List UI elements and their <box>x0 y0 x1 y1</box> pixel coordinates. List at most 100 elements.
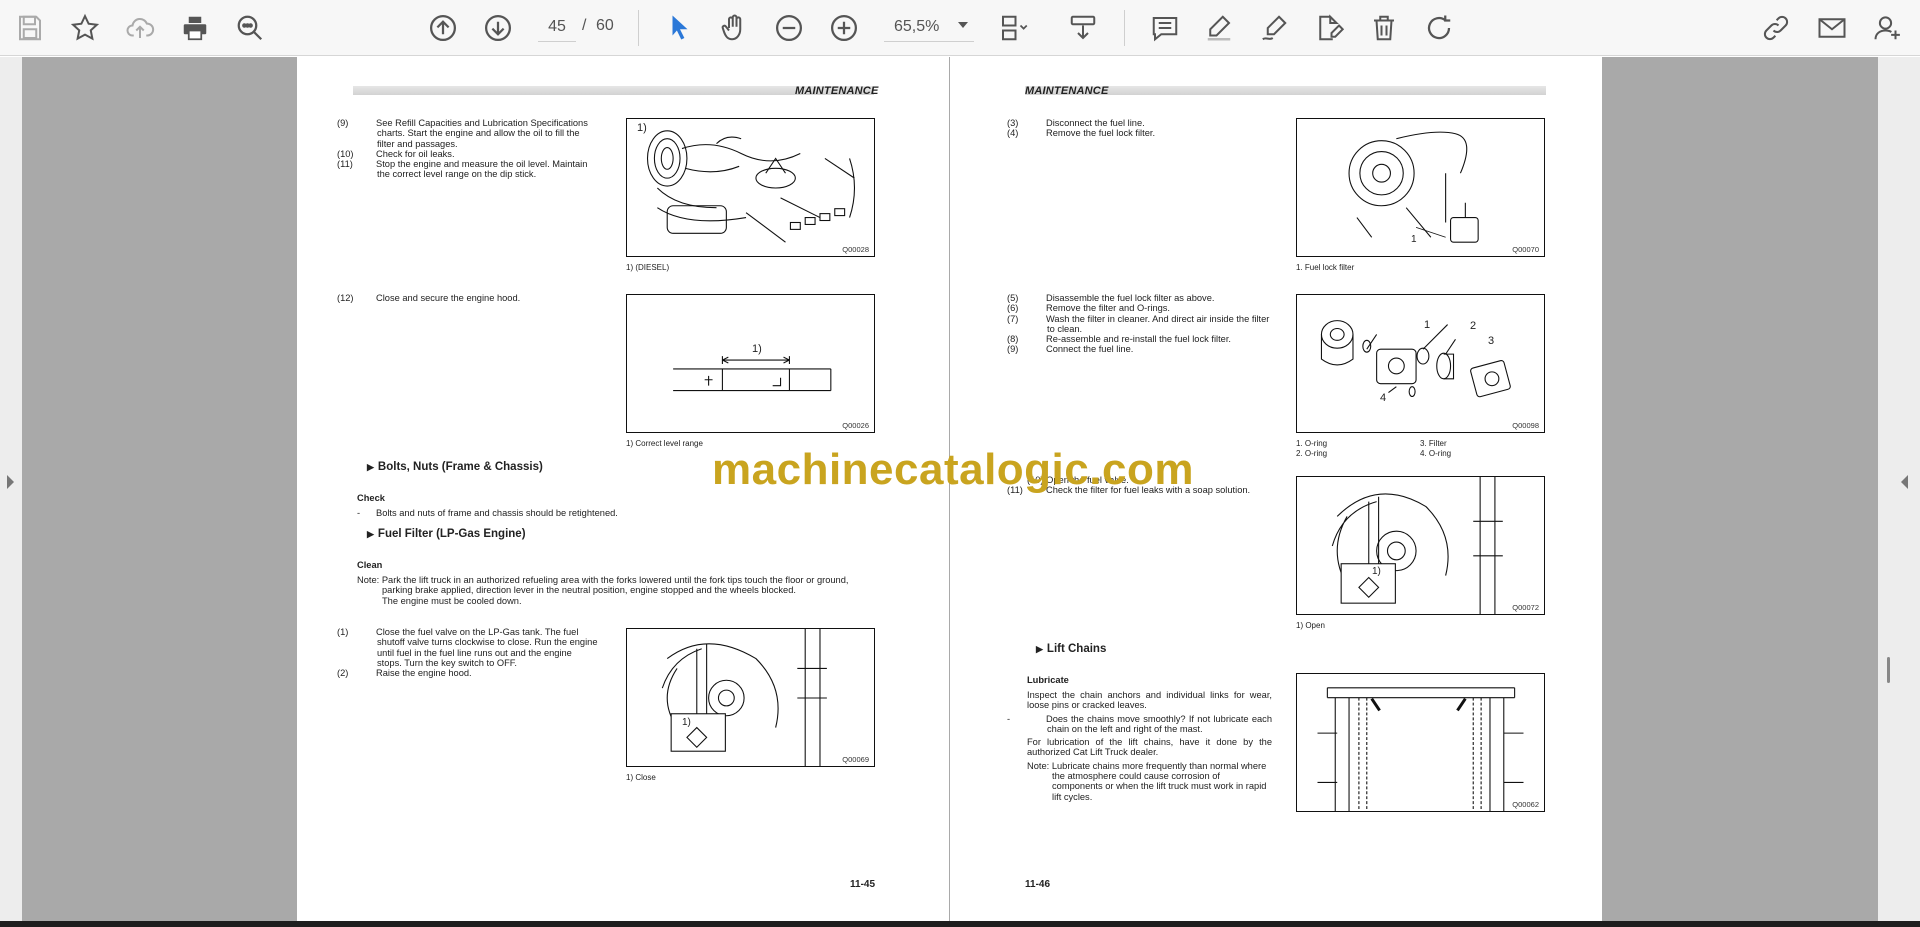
page-number-input[interactable] <box>538 12 576 42</box>
sign-document-icon[interactable] <box>1311 10 1347 46</box>
lubricate-block: Inspect the chain anchors and individual… <box>1007 690 1272 802</box>
lubricate-text: For lubrication of the lift chains, have… <box>1027 737 1272 758</box>
note-text: Lubricate chains more frequently than no… <box>1051 760 1267 802</box>
triangle-bullet-icon: ▶ <box>1036 644 1043 654</box>
download-icon[interactable] <box>1065 10 1101 46</box>
toolbar-divider <box>1124 10 1125 46</box>
callout-label: 1) <box>1372 566 1381 577</box>
next-page-icon[interactable] <box>480 10 516 46</box>
step-text: Stop the engine and measure the oil leve… <box>376 159 588 180</box>
step-text: Check for oil leaks. <box>376 148 455 159</box>
step-text: Remove the fuel lock filter. <box>1046 128 1156 139</box>
draw-icon[interactable] <box>1256 10 1292 46</box>
note-label: Note: <box>357 575 380 585</box>
callout-label: 2 <box>1470 320 1477 332</box>
left-panel-toggle[interactable] <box>0 57 22 921</box>
triangle-bullet-icon: ▶ <box>367 529 374 539</box>
step-text: Disconnect the fuel line. <box>1046 118 1145 128</box>
note-label: Note: <box>1027 760 1050 771</box>
caption-item: 1. O-ring <box>1296 439 1328 448</box>
page-number: 11-45 <box>850 879 876 890</box>
cloud-upload-icon[interactable] <box>122 10 158 46</box>
figure-code: Q00062 <box>1512 800 1539 809</box>
lubricate-bullet: Does the chains move smoothly? If not lu… <box>1046 713 1272 734</box>
figure-fuel-valve: 1) Q00069 <box>626 628 875 767</box>
zoom-value: 65,5% <box>894 18 940 35</box>
email-icon[interactable] <box>1814 10 1850 46</box>
triangle-bullet-icon: ▶ <box>367 462 374 472</box>
callout-label: 1 <box>1411 234 1417 245</box>
step-text: Remove the filter and O-rings. <box>1046 303 1171 314</box>
page-layout-icon[interactable] <box>995 10 1031 46</box>
step-text: Disassemble the fuel lock filter as abov… <box>1046 293 1215 303</box>
figure-code: Q00028 <box>842 245 869 254</box>
highlight-pen-icon[interactable] <box>1201 10 1237 46</box>
figure-lift-chains: Q00062 <box>1296 673 1545 812</box>
zoom-in-icon[interactable] <box>826 10 862 46</box>
step-text: See Refill Capacities and Lubrication Sp… <box>376 118 588 149</box>
attach-link-icon[interactable] <box>1758 10 1794 46</box>
page-number: 11-46 <box>1025 879 1051 890</box>
figure-code: Q00072 <box>1512 603 1539 612</box>
right-panel-toggle[interactable] <box>1878 57 1920 921</box>
hand-tool-icon[interactable] <box>716 10 752 46</box>
lubricate-text: Inspect the chain anchors and individual… <box>1027 690 1272 711</box>
figure-code: Q00098 <box>1512 421 1539 430</box>
figure-engine-diesel: 1) Q00028 <box>626 118 875 257</box>
print-icon[interactable] <box>177 10 213 46</box>
zoom-out-icon[interactable] <box>771 10 807 46</box>
toolbar-divider <box>638 10 639 46</box>
note-text: parking brake applied, direction lever i… <box>382 585 796 596</box>
chevron-right-icon <box>7 475 14 489</box>
section-title-text: Lift Chains <box>1046 643 1107 655</box>
callout-label: 1) <box>637 122 647 134</box>
section-title: ▶ Lift Chains <box>1036 643 1106 655</box>
bookmark-star-icon[interactable] <box>67 10 103 46</box>
figure-filter-exploded: 1 2 3 4 Q00098 <box>1296 294 1545 433</box>
comment-icon[interactable] <box>1147 10 1183 46</box>
callout-label: 1) <box>752 343 762 355</box>
step-text: Wash the filter in cleaner. And direct a… <box>1046 313 1270 334</box>
dash: - <box>357 508 361 518</box>
callout-label: 3 <box>1488 335 1495 347</box>
figure-dipstick: 1) Q00026 <box>626 294 875 433</box>
caption-item: 3. Filter <box>1420 439 1447 448</box>
figure-code: Q00026 <box>842 421 869 430</box>
caption-item: 2. O-ring <box>1296 449 1328 458</box>
note-text: Park the lift truck in an authorized ref… <box>381 575 849 585</box>
chevron-left-icon <box>1901 475 1908 489</box>
section-title: ▶ Bolts, Nuts (Frame & Chassis) <box>367 461 543 473</box>
step-text: Raise the engine hood. <box>376 668 472 679</box>
scrollbar-thumb[interactable] <box>1887 657 1890 683</box>
callout-label: 1) <box>682 717 691 728</box>
figure-valve-open: 1) Q00072 <box>1296 476 1545 615</box>
save-icon[interactable] <box>12 10 48 46</box>
bottom-bar <box>0 921 1920 927</box>
find-icon[interactable] <box>232 10 268 46</box>
zoom-select[interactable]: 65,5% <box>884 12 974 42</box>
step-list: (3) Disconnect the fuel line. (4) Remove t… <box>1007 118 1156 139</box>
add-user-icon[interactable] <box>1870 10 1906 46</box>
page-header: MAINTENANCE <box>1025 85 1109 97</box>
chevron-down-icon <box>958 22 968 28</box>
callout-label: 4 <box>1380 392 1387 404</box>
toolbar: / 60 65,5% <box>0 0 1920 56</box>
check-text: Bolts and nuts of frame and chassis shou… <box>376 508 618 518</box>
caption-item: 4. O-ring <box>1420 449 1452 458</box>
figure-caption: 1) (DIESEL) <box>626 263 670 272</box>
select-cursor-icon[interactable] <box>662 10 698 46</box>
step-list: (5) Disassemble the fuel lock filter as a… <box>1007 293 1270 355</box>
note-text: The engine must be cooled down. <box>382 595 522 606</box>
subsection-title: Lubricate <box>1027 675 1069 685</box>
previous-page-icon[interactable] <box>425 10 461 46</box>
section-title: ▶ Fuel Filter (LP-Gas Engine) <box>367 528 526 540</box>
delete-icon[interactable] <box>1366 10 1402 46</box>
callout-label: 1 <box>1424 319 1431 331</box>
rotate-icon[interactable] <box>1421 10 1457 46</box>
figure-caption: 1. Fuel lock filter <box>1296 263 1355 272</box>
figure-caption: 1) Close <box>626 773 656 782</box>
step-text: Re-assemble and re-install the fuel lock… <box>1046 334 1231 345</box>
watermark-text: machinecatalogic.com <box>712 445 1194 494</box>
step-text: Close the fuel valve on the LP-Gas tank.… <box>376 627 598 668</box>
figure-caption: 1. O-ring 3. Filter 2. O-ring 4. O-ring <box>1296 439 1545 458</box>
